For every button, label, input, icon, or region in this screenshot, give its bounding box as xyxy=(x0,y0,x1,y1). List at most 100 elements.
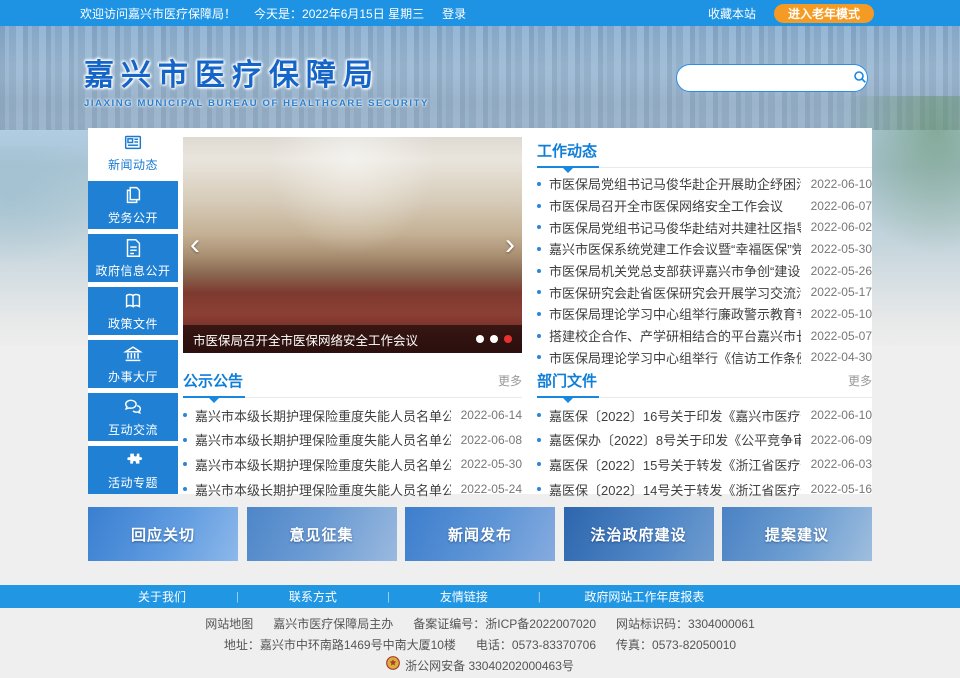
carousel-dot-active[interactable] xyxy=(504,335,512,343)
list-item[interactable]: 嘉兴市医保系统党建工作会议暨“幸福医保”党建联...2022-05-30 xyxy=(537,238,872,260)
favorite-site-link[interactable]: 收藏本站 xyxy=(708,5,756,22)
footer-info: 网站地图嘉兴市医疗保障局主办备案证编号：浙ICP备2022007020网站标识码… xyxy=(0,614,960,677)
footer-info-line1: 网站地图嘉兴市医疗保障局主办备案证编号：浙ICP备2022007020网站标识码… xyxy=(0,614,960,635)
item-title: 市医保局党组书记马俊华赴企开展助企纾困活动 xyxy=(549,174,801,193)
section-caret xyxy=(563,168,573,173)
list-item[interactable]: 嘉兴市本级长期护理保险重度失能人员名单公示（2...2022-05-30 xyxy=(183,452,522,477)
list-item[interactable]: 嘉医保〔2022〕15号关于转发《浙江省医疗保...2022-06-03 xyxy=(537,452,872,477)
item-date: 2022-05-10 xyxy=(811,307,872,321)
banner-proposals[interactable]: 提案建议 xyxy=(722,507,872,561)
section-title[interactable]: 部门文件 xyxy=(537,370,597,391)
footer-link-contact[interactable]: 联系方式 xyxy=(239,588,387,605)
banner-rule-of-law[interactable]: 法治政府建设 xyxy=(564,507,714,561)
sidebar-item-interaction[interactable]: 互动交流 xyxy=(88,393,178,441)
item-date: 2022-05-30 xyxy=(461,457,522,471)
bullet-dot xyxy=(183,413,187,417)
bullet-dot xyxy=(183,462,187,466)
list-item[interactable]: 嘉兴市本级长期护理保险重度失能人员名单公示（2...2022-06-08 xyxy=(183,428,522,453)
site-title: 嘉兴市医疗保障局 xyxy=(84,50,429,94)
item-title: 市医保研究会赴省医保研究会开展学习交流活动 xyxy=(549,283,801,302)
bullet-dot xyxy=(537,182,541,186)
item-date: 2022-06-14 xyxy=(461,408,522,422)
sidebar-item-policy-files[interactable]: 政策文件 xyxy=(88,287,178,335)
sidebar-item-service-hall[interactable]: 办事大厅 xyxy=(88,340,178,388)
carousel-prev-arrow[interactable]: ‹ xyxy=(190,230,200,260)
item-title: 嘉医保〔2022〕16号关于印发《嘉兴市医疗保... xyxy=(549,406,801,425)
carousel-dot[interactable] xyxy=(490,335,498,343)
bullet-dot xyxy=(537,334,541,338)
list-item[interactable]: 嘉医保办〔2022〕8号关于印发《公平竞争审查... 2022-06-09 xyxy=(537,428,872,453)
item-date: 2022-05-24 xyxy=(461,482,522,496)
item-title: 嘉医保办〔2022〕8号关于印发《公平竞争审查... xyxy=(549,430,801,449)
footer-link-annual-report[interactable]: 政府网站工作年度报表 xyxy=(541,588,748,605)
section-header: 部门文件 更多 xyxy=(537,370,872,398)
list-item[interactable]: 嘉兴市本级长期护理保险重度失能人员名单公示（2... 2022-06-14 xyxy=(183,403,522,428)
bullet-dot xyxy=(183,438,187,442)
banner-news-release[interactable]: 新闻发布 xyxy=(405,507,555,561)
banner-opinion-collection[interactable]: 意见征集 xyxy=(247,507,397,561)
list-item[interactable]: 市医保局理论学习中心组举行廉政警示教育专题学习...2022-05-10 xyxy=(537,303,872,325)
carousel-dot[interactable] xyxy=(476,335,484,343)
footer-link-about[interactable]: 关于我们 xyxy=(88,588,236,605)
item-date: 2022-06-09 xyxy=(811,433,872,447)
list-item[interactable]: 市医保局党组书记马俊华赴结对共建社区指导全国文...2022-06-02 xyxy=(537,216,872,238)
top-bar: 欢迎访问嘉兴市医疗保障局！ 今天是：2022年6月15日 星期三 登录 收藏本站… xyxy=(0,0,960,26)
page: 欢迎访问嘉兴市医疗保障局！ 今天是：2022年6月15日 星期三 登录 收藏本站… xyxy=(0,0,960,678)
document-icon xyxy=(122,237,144,259)
sidebar-item-party-affairs[interactable]: 党务公开 xyxy=(88,181,178,229)
footer-link-friend-links[interactable]: 友情链接 xyxy=(390,588,538,605)
item-title: 搭建校企合作、产学研相结合的平台嘉兴市长期护理... xyxy=(549,326,801,345)
list-item[interactable]: 嘉医保〔2022〕16号关于印发《嘉兴市医疗保...2022-06-10 xyxy=(537,403,872,428)
item-title: 市医保局党组书记马俊华赴结对共建社区指导全国文... xyxy=(549,218,801,237)
bullet-dot xyxy=(537,462,541,466)
carousel-caption-bar: 市医保局召开全市医保网络安全工作会议 xyxy=(183,325,522,353)
more-link[interactable]: 更多 xyxy=(498,372,522,389)
footer-info-line3: 浙公网安备 33040202000463号 xyxy=(0,656,960,677)
list-item[interactable]: 市医保局党组书记马俊华赴企开展助企纾困活动2022-06-10 xyxy=(537,173,872,195)
site-code-text: 网站标识码：3304000061 xyxy=(616,617,755,631)
carousel-caption[interactable]: 市医保局召开全市医保网络安全工作会议 xyxy=(193,330,476,349)
item-title: 嘉医保〔2022〕14号关于转发《浙江省医疗保... xyxy=(549,480,801,499)
sidebar-item-special-topics[interactable]: 活动专题 xyxy=(88,446,178,494)
item-date: 2022-05-26 xyxy=(811,264,872,278)
list-item[interactable]: 市医保研究会赴省医保研究会开展学习交流活动 2022-05-17 xyxy=(537,281,872,303)
police-badge-icon xyxy=(386,656,400,677)
carousel-next-arrow[interactable]: › xyxy=(505,230,515,260)
today-date: 今天是：2022年6月15日 星期三 xyxy=(254,5,424,22)
elder-mode-button[interactable]: 进入老年模式 xyxy=(774,4,874,23)
more-link[interactable]: 更多 xyxy=(848,372,872,389)
section-title[interactable]: 公示公告 xyxy=(183,370,243,391)
address-text: 地址：嘉兴市中环南路1469号中南大厦10楼 xyxy=(224,638,456,652)
list-item[interactable]: 市医保局召开全市医保网络安全工作会议2022-06-07 xyxy=(537,195,872,217)
list-item[interactable]: 市医保局机关党总支部获评嘉兴市争创“建设清廉机...2022-05-26 xyxy=(537,260,872,282)
bullet-dot xyxy=(537,487,541,491)
site-subtitle: JIAXING MUNICIPAL BUREAU OF HEALTHCARE S… xyxy=(84,98,429,109)
section-title[interactable]: 工作动态 xyxy=(537,140,597,161)
item-title: 嘉兴市本级长期护理保险重度失能人员名单公示（2... xyxy=(195,406,451,425)
department-files-list: 嘉医保〔2022〕16号关于印发《嘉兴市医疗保...2022-06-10 嘉医保… xyxy=(537,403,872,501)
sidebar-item-gov-info[interactable]: 政府信息公开 xyxy=(88,234,178,282)
list-item[interactable]: 嘉兴市本级长期护理保险重度失能人员名单公示（2...2022-05-24 xyxy=(183,477,522,502)
section-header: 工作动态 xyxy=(537,140,872,168)
puzzle-icon xyxy=(122,449,144,471)
item-date: 2022-05-17 xyxy=(811,285,872,299)
sidebar-item-label: 党务公开 xyxy=(108,209,158,226)
department-files-section: 部门文件 更多 嘉医保〔2022〕16号关于印发《嘉兴市医疗保...2022-0… xyxy=(537,370,872,501)
item-date: 2022-05-30 xyxy=(811,242,872,256)
sidebar-item-news[interactable]: 新闻动态 xyxy=(88,128,178,176)
banner-respond-concerns[interactable]: 回应关切 xyxy=(88,507,238,561)
list-item[interactable]: 嘉医保〔2022〕14号关于转发《浙江省医疗保... 2022-05-16 xyxy=(537,477,872,502)
list-item[interactable]: 市医保局理论学习中心组举行《信访工作条例》专题...2022-04-30 xyxy=(537,347,872,369)
login-link[interactable]: 登录 xyxy=(442,5,466,22)
list-item[interactable]: 搭建校企合作、产学研相结合的平台嘉兴市长期护理...2022-05-07 xyxy=(537,325,872,347)
search-input[interactable] xyxy=(677,66,852,90)
sidebar-item-label: 政策文件 xyxy=(108,315,158,332)
section-header: 公示公告 更多 xyxy=(183,370,522,398)
sitemap-link[interactable]: 网站地图 xyxy=(205,617,253,631)
search-button[interactable] xyxy=(852,65,868,91)
item-date: 2022-05-16 xyxy=(811,482,872,496)
sidebar-item-label: 活动专题 xyxy=(108,474,158,491)
book-icon xyxy=(122,290,144,312)
newspaper-icon xyxy=(122,131,144,153)
item-title: 市医保局理论学习中心组举行《信访工作条例》专题... xyxy=(549,348,801,367)
